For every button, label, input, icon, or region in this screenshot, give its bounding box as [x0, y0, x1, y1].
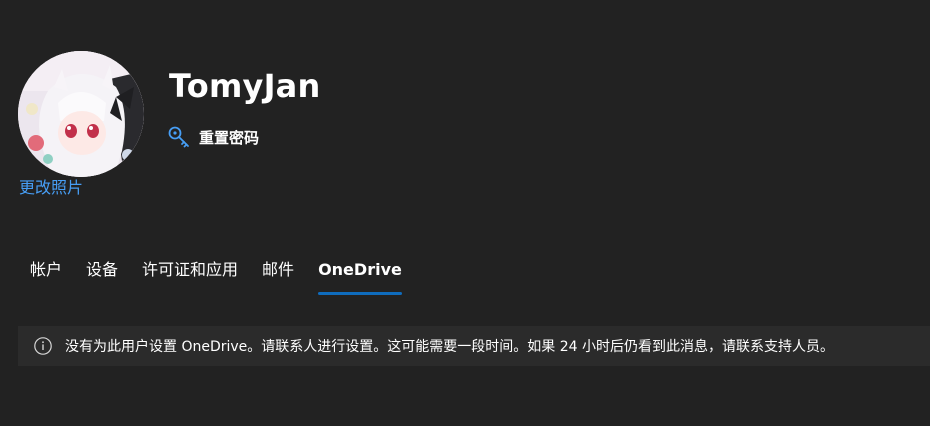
- info-message-text: 没有为此用户设置 OneDrive。请联系人进行设置。这可能需要一段时间。如果 …: [65, 339, 834, 355]
- info-message-bar: 没有为此用户设置 OneDrive。请联系人进行设置。这可能需要一段时间。如果 …: [18, 326, 930, 366]
- tab-onedrive[interactable]: OneDrive: [306, 252, 414, 295]
- avatar-image: [18, 51, 144, 177]
- info-icon: [34, 337, 52, 355]
- tab-bar: 帐户 设备 许可证和应用 邮件 OneDrive: [18, 252, 414, 296]
- key-icon: [168, 126, 189, 148]
- user-display-name: TomyJan: [169, 67, 321, 105]
- avatar[interactable]: [18, 51, 144, 177]
- tab-devices[interactable]: 设备: [74, 252, 130, 288]
- change-photo-link[interactable]: 更改照片: [19, 177, 83, 199]
- tab-mail[interactable]: 邮件: [250, 252, 306, 288]
- reset-password-button[interactable]: 重置密码: [167, 124, 259, 150]
- tab-account[interactable]: 帐户: [18, 252, 74, 288]
- tab-licenses-and-apps[interactable]: 许可证和应用: [130, 252, 250, 288]
- user-details-panel: 更改照片 TomyJan 重置密码 帐户 设备 许可证和应用 邮件 OneDri…: [0, 0, 930, 426]
- reset-password-label: 重置密码: [199, 128, 260, 147]
